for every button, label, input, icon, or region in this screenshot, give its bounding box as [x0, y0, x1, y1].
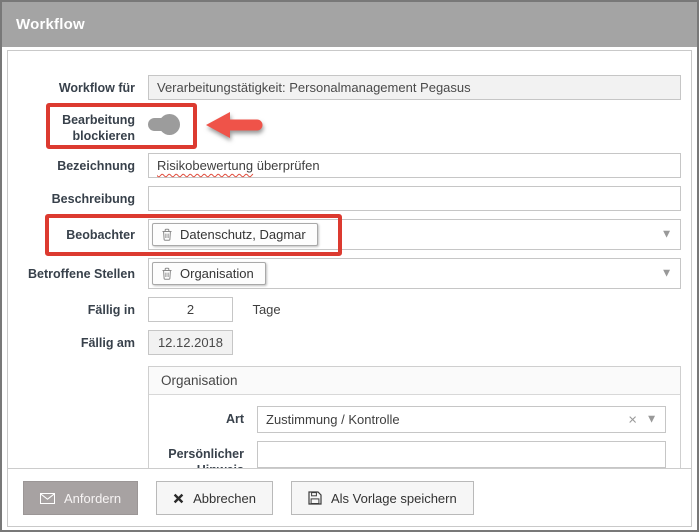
row-observer: Beobachter Datenschutz, Dagmar ▼ — [21, 219, 683, 250]
row-description: Beschreibung — [21, 186, 683, 211]
workflow-for-input[interactable] — [148, 75, 681, 100]
save-as-template-button[interactable]: Als Vorlage speichern — [291, 481, 474, 515]
observer-caret-down-icon[interactable]: ▼ — [663, 230, 670, 239]
description-label: Beschreibung — [21, 186, 135, 207]
due-in-input[interactable] — [148, 297, 233, 322]
affected-units-chip[interactable]: Organisation — [152, 262, 266, 285]
organisation-type-label: Art — [149, 406, 244, 427]
dialog-titlebar: Workflow — [2, 2, 697, 47]
toggle-knob — [159, 114, 180, 135]
block-editing-label: Bearbeitung blockieren — [21, 108, 135, 145]
observer-chip[interactable]: Datenschutz, Dagmar — [152, 223, 318, 246]
organisation-section: Organisation Art Zustimmung / Kontrolle … — [148, 366, 681, 468]
row-designation: Bezeichnung Risikobewertung überprüfen — [21, 153, 683, 178]
personal-note-label: Persönlicher Hinweis — [149, 441, 244, 468]
affected-units-label: Betroffene Stellen — [21, 258, 135, 282]
organisation-type-select[interactable]: Zustimmung / Kontrolle × ▼ — [257, 406, 666, 433]
description-input[interactable] — [148, 186, 681, 211]
due-in-label: Fällig in — [21, 297, 135, 318]
observer-label: Beobachter — [21, 219, 135, 243]
due-on-input[interactable] — [148, 330, 233, 355]
row-organisation-type: Art Zustimmung / Kontrolle × ▼ — [149, 406, 668, 433]
observer-chip-label: Datenschutz, Dagmar — [180, 227, 306, 242]
designation-label: Bezeichnung — [21, 153, 135, 174]
affected-units-caret-down-icon[interactable]: ▼ — [663, 269, 670, 278]
dialog-title: Workflow — [16, 16, 85, 33]
cancel-button[interactable]: Abbrechen — [156, 481, 273, 515]
floppy-disk-icon — [308, 491, 322, 505]
due-on-label: Fällig am — [21, 330, 135, 351]
affected-units-chip-label: Organisation — [180, 266, 254, 281]
due-in-unit: Tage — [252, 297, 280, 317]
row-block-editing: Bearbeitung blockieren — [21, 108, 683, 148]
observer-select[interactable]: Datenschutz, Dagmar ▼ — [148, 219, 681, 250]
clear-selection-icon[interactable]: × — [628, 412, 637, 427]
personal-note-input[interactable] — [257, 441, 666, 468]
workflow-for-label: Workflow für — [21, 75, 135, 96]
trash-icon[interactable] — [161, 228, 173, 241]
row-due-in: Fällig in Tage — [21, 297, 683, 322]
cancel-x-icon — [173, 493, 184, 504]
row-personal-note: Persönlicher Hinweis — [149, 441, 668, 468]
designation-value-rest: überprüfen — [253, 158, 320, 173]
request-button-label: Anfordern — [64, 491, 121, 506]
organisation-type-caret-down-icon[interactable]: ▼ — [648, 415, 655, 424]
designation-input[interactable]: Risikobewertung überprüfen — [148, 153, 681, 178]
trash-icon[interactable] — [161, 267, 173, 280]
block-editing-toggle[interactable] — [148, 118, 178, 131]
organisation-section-body: Art Zustimmung / Kontrolle × ▼ Persönlic… — [149, 395, 680, 468]
row-due-on: Fällig am — [21, 330, 683, 355]
row-affected-units: Betroffene Stellen Organisation ▼ — [21, 258, 683, 289]
request-button[interactable]: Anfordern — [23, 481, 138, 515]
organisation-type-value: Zustimmung / Kontrolle — [266, 412, 400, 427]
designation-misspelled-word: Risikobewertung — [157, 158, 253, 173]
envelope-icon — [40, 493, 55, 504]
workflow-dialog: Workflow Workflow für Bearbeitung blocki… — [0, 0, 699, 532]
dialog-content-panel: Workflow für Bearbeitung blockieren — [7, 50, 692, 527]
organisation-section-title: Organisation — [149, 367, 680, 395]
cancel-button-label: Abbrechen — [193, 491, 256, 506]
row-workflow-for: Workflow für — [21, 75, 683, 100]
workflow-form: Workflow für Bearbeitung blockieren — [8, 51, 691, 468]
affected-units-select[interactable]: Organisation ▼ — [148, 258, 681, 289]
annotation-arrow-icon — [206, 109, 266, 141]
save-as-template-button-label: Als Vorlage speichern — [331, 491, 457, 506]
dialog-footer: Anfordern Abbrechen Als Vorlage speicher… — [8, 468, 691, 526]
